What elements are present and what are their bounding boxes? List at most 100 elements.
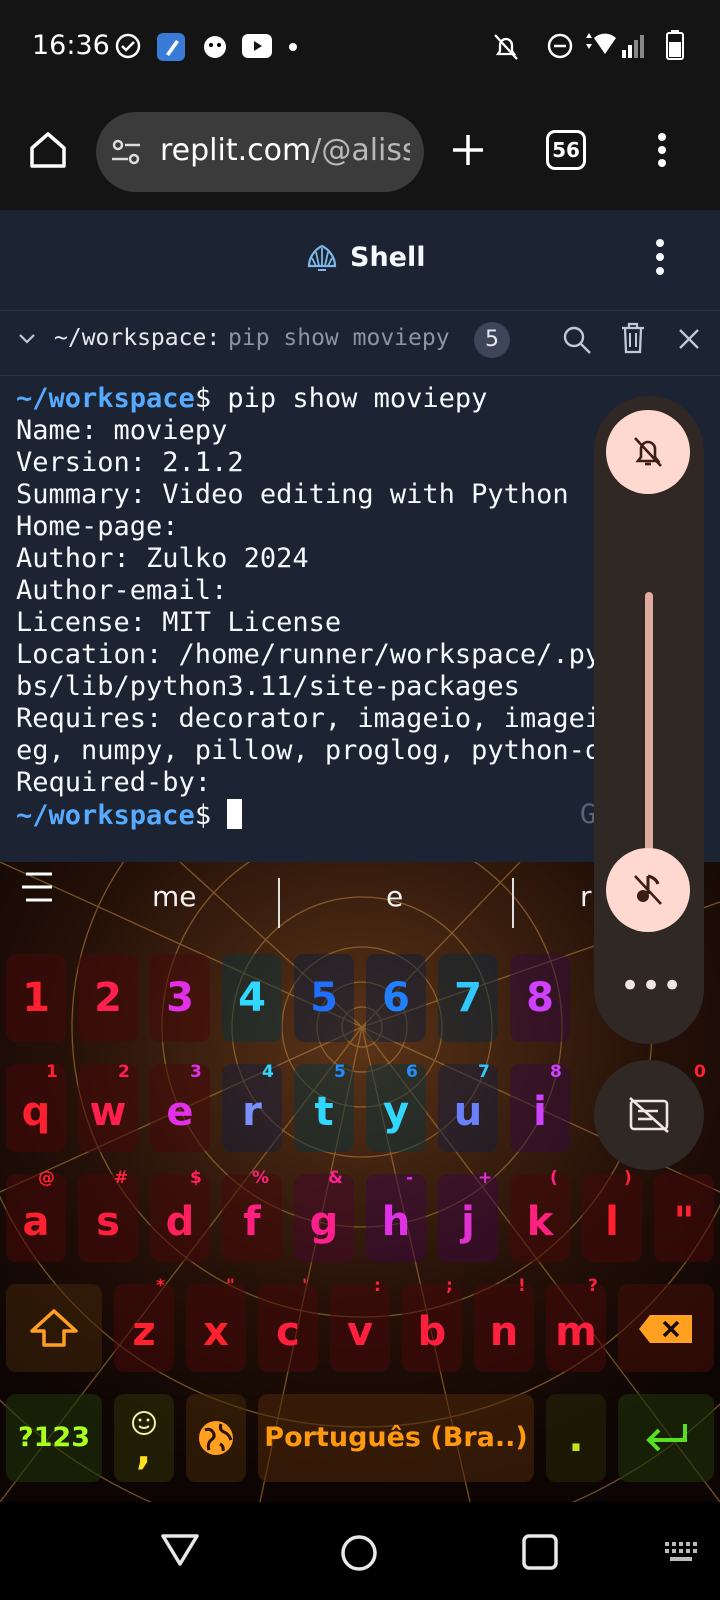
- terminal-output-line: Location: /home/runner/workspace/.py: [16, 639, 602, 670]
- symbols-key[interactable]: ?123: [6, 1394, 102, 1482]
- music-off-icon: [634, 874, 662, 905]
- terminal-output-line: Name: moviepy: [16, 415, 228, 446]
- suggestion-2[interactable]: e: [386, 880, 403, 913]
- url-text[interactable]: replit.com/@aliss: [160, 133, 410, 168]
- shell-icon: [307, 244, 337, 271]
- bell-off-icon: [494, 34, 518, 60]
- key-s[interactable]: s: [78, 1174, 138, 1262]
- key-hint: 1: [46, 1062, 58, 1082]
- check-circle-icon: [115, 33, 141, 59]
- suggestion-1[interactable]: me: [152, 880, 197, 913]
- key-hint: 7: [478, 1062, 490, 1082]
- enter-icon: [646, 1424, 687, 1452]
- home-circle-icon[interactable]: [340, 1534, 378, 1572]
- terminal-output-line: bs/lib/python3.11/site-packages: [16, 671, 520, 702]
- volume-slider-track[interactable]: [645, 592, 653, 882]
- tab-path[interactable]: ~/workspace:: [54, 325, 220, 351]
- emoji-comma-key[interactable]: ,: [114, 1394, 174, 1482]
- wifi-icon: [586, 33, 616, 54]
- youtube-icon: [242, 34, 272, 58]
- tab-count-badge: 5: [474, 322, 510, 358]
- key-hint: 4: [262, 1062, 274, 1082]
- terminal-output-line: Author-email:: [16, 575, 228, 606]
- key-8[interactable]: 8: [510, 954, 570, 1042]
- key-v[interactable]: v: [330, 1284, 390, 1372]
- key-hint: $: [190, 1168, 202, 1188]
- trash-icon[interactable]: [620, 322, 646, 354]
- terminal-output-line: Required-by:: [16, 767, 212, 798]
- status-time: 16:36: [32, 30, 110, 61]
- chevron-down-icon[interactable]: [18, 332, 36, 346]
- key-3[interactable]: 3: [150, 954, 210, 1042]
- terminal-output-line: eg, numpy, pillow, proglog, python-d: [16, 735, 602, 766]
- terminal-command-line: ~/workspace$ pip show moviepy: [16, 383, 488, 414]
- backspace-key[interactable]: [618, 1284, 714, 1372]
- key-hint: -: [406, 1168, 414, 1188]
- pane-title: Shell: [350, 242, 426, 273]
- key-2[interactable]: 2: [78, 954, 138, 1042]
- key-6[interactable]: 6: [366, 954, 426, 1042]
- new-tab-icon[interactable]: [450, 132, 486, 168]
- keyboard-menu-icon[interactable]: [20, 870, 54, 904]
- terminal-output-line: License: MIT License: [16, 607, 342, 638]
- key-7[interactable]: 7: [438, 954, 498, 1042]
- enter-key[interactable]: [618, 1394, 714, 1482]
- key-x[interactable]: x: [186, 1284, 246, 1372]
- key-quote[interactable]: ": [654, 1174, 714, 1262]
- key-hint: 2: [118, 1062, 130, 1082]
- space-bar[interactable]: Português (Bra..): [258, 1394, 534, 1482]
- tab-switcher-button[interactable]: 56: [546, 130, 586, 170]
- key-hint: 6: [406, 1062, 418, 1082]
- pane-menu-icon[interactable]: [654, 238, 666, 276]
- key-z[interactable]: z: [114, 1284, 174, 1372]
- key-h[interactable]: h: [366, 1174, 426, 1262]
- key-hint: ?: [588, 1276, 598, 1296]
- close-icon[interactable]: [678, 328, 700, 350]
- signal-icon: [622, 35, 644, 58]
- key-a[interactable]: a: [6, 1174, 66, 1262]
- terminal-output-line: Summary: Video editing with Python: [16, 479, 569, 510]
- terminal-cursor: [227, 799, 243, 829]
- shift-icon: [30, 1309, 78, 1347]
- home-icon[interactable]: [28, 130, 68, 170]
- terminal-prompt-line[interactable]: ~/workspace$: [16, 799, 243, 832]
- terminal-output-line: Version: 2.1.2: [16, 447, 244, 478]
- more-vert-icon[interactable]: [656, 132, 668, 168]
- key-m[interactable]: m: [546, 1284, 606, 1372]
- recents-icon[interactable]: [522, 1534, 558, 1570]
- key-hint: !: [518, 1276, 526, 1296]
- keyboard-switch-icon[interactable]: [664, 1541, 698, 1563]
- dnd-icon: [547, 33, 573, 59]
- key-b[interactable]: b: [402, 1284, 462, 1372]
- key-hint: :: [374, 1276, 381, 1296]
- back-icon[interactable]: [160, 1532, 200, 1568]
- key-hint: ': [302, 1276, 308, 1296]
- site-settings-icon[interactable]: [110, 136, 142, 168]
- globe-icon: [199, 1421, 233, 1455]
- key-hint: &: [328, 1168, 343, 1188]
- key-hint: 8: [550, 1062, 562, 1082]
- key-hint: ": [226, 1276, 235, 1296]
- key-c[interactable]: c: [258, 1284, 318, 1372]
- volume-more-button[interactable]: •••: [620, 966, 683, 1006]
- key-hint: ): [624, 1168, 632, 1188]
- key-5[interactable]: 5: [294, 954, 354, 1042]
- key-hint: (: [550, 1168, 558, 1188]
- key-hint: 0: [694, 1062, 706, 1082]
- tab-command[interactable]: pip show moviepy: [228, 325, 450, 351]
- key-k[interactable]: k: [510, 1174, 570, 1262]
- suggestion-3[interactable]: r: [580, 880, 592, 913]
- backspace-icon: [639, 1315, 692, 1343]
- terminal-output-line: Requires: decorator, imageio, imagei: [16, 703, 602, 734]
- period-key[interactable]: .: [546, 1394, 606, 1482]
- key-n[interactable]: n: [474, 1284, 534, 1372]
- key-g[interactable]: g: [294, 1174, 354, 1262]
- search-icon[interactable]: [562, 325, 592, 355]
- key-l[interactable]: l: [582, 1174, 642, 1262]
- shift-key[interactable]: [6, 1284, 102, 1372]
- language-key[interactable]: [186, 1394, 246, 1482]
- key-1[interactable]: 1: [6, 954, 66, 1042]
- key-4[interactable]: 4: [222, 954, 282, 1042]
- bell-off-icon: [634, 437, 662, 467]
- suggestion-divider: [512, 878, 514, 928]
